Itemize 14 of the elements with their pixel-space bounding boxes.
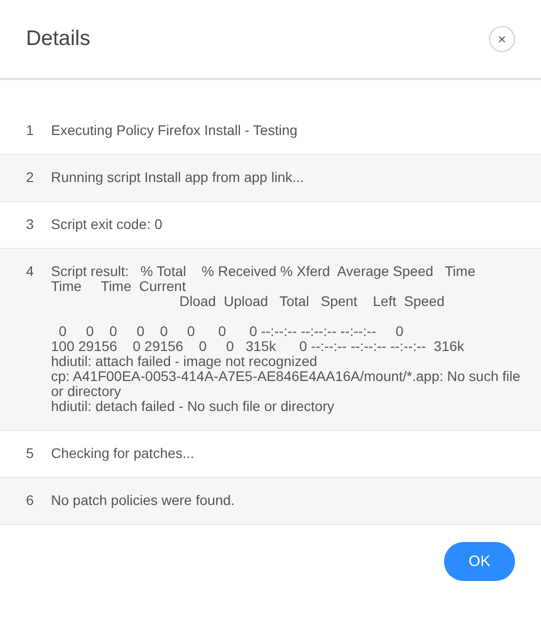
step-message: Script exit code: 0 [51, 217, 164, 232]
step-message: Executing Policy Firefox Install - Testing [51, 123, 298, 138]
step-message: No patch policies were found. [51, 493, 236, 508]
dialog-title: Details [26, 27, 90, 51]
step-message: Running script Install app from app link... [51, 170, 305, 185]
step-number: 4 [26, 264, 35, 281]
step-number: 2 [26, 170, 35, 185]
step-message: Checking for patches... [51, 446, 196, 461]
close-button[interactable]: × [489, 26, 515, 52]
step-message: Script result: % Total % Received % Xferd Average Speed Time Time Time Current Dload Upload Total Spent Left Speed 0 0 0 0 0 0 0 0 --:--:-- --:--:-- --:--:-- 0 100 29156 0 29156 0 0 315k 0 --:--:-- --:--:-- --:--:-- 316k hdiutil: attach failed - image not recognized cp: A41F00EA-0053-414A-A7E5-AE846E4AA16A/mount/*.app: No such file or directory hdiutil: detach failed - No such file or directory [51, 264, 521, 414]
step-number: 1 [26, 123, 35, 138]
step-number: 5 [26, 446, 35, 461]
step-number: 3 [26, 217, 35, 232]
step-number: 6 [26, 493, 35, 508]
